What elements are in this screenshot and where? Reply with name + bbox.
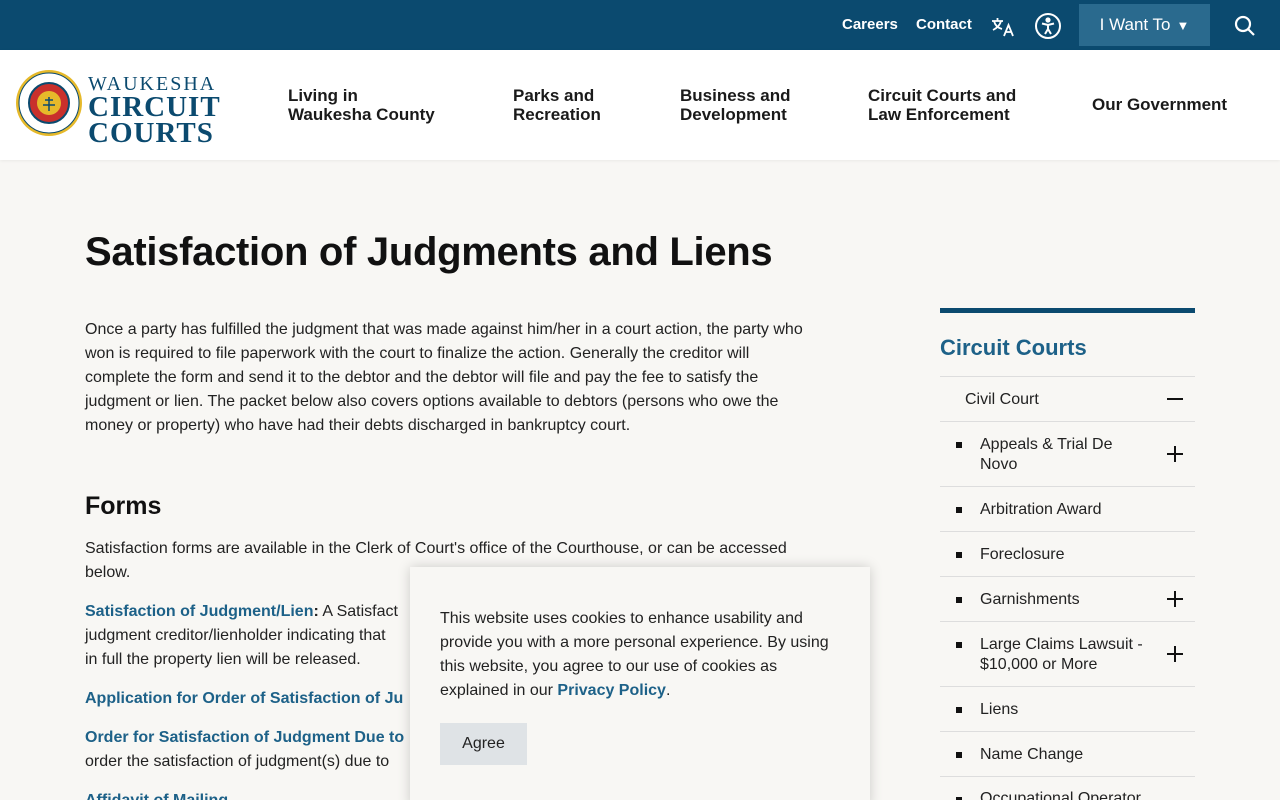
- sidebar-item-label: Name Change: [980, 746, 1084, 763]
- site-logo-text[interactable]: WAUKESHA CIRCUIT COURTS: [88, 74, 221, 149]
- sidebar-item-label: Liens: [980, 701, 1019, 718]
- sidebar-item-occupational[interactable]: Occupational Operator: [940, 776, 1195, 800]
- sidebar-item-label: Garnishments: [980, 591, 1080, 608]
- caret-down-icon: ▼: [1176, 17, 1190, 33]
- main-header: WAUKESHA CIRCUIT COURTS Living in Waukes…: [0, 50, 1280, 160]
- sidebar-item-label: Large Claims Lawsuit - $10,000 or More: [980, 636, 1143, 673]
- bullet-icon: [956, 752, 962, 758]
- cookie-end: .: [665, 682, 671, 699]
- sidebar-item-foreclosure[interactable]: Foreclosure: [940, 531, 1195, 576]
- bullet-icon: [956, 552, 962, 558]
- sidebar-item-label: Foreclosure: [980, 546, 1065, 563]
- search-icon[interactable]: [1231, 12, 1259, 40]
- expand-icon[interactable]: [1167, 446, 1183, 462]
- nav-government[interactable]: Our Government: [1092, 95, 1227, 114]
- expand-icon[interactable]: [1167, 646, 1183, 662]
- nav-courts[interactable]: Circuit Courts and Law Enforcement: [868, 86, 1016, 124]
- bullet-icon: [956, 642, 962, 648]
- translate-icon[interactable]: [989, 12, 1017, 40]
- application-order-link[interactable]: Application for Order of Satisfaction of…: [85, 690, 403, 707]
- sidebar-item-label: Arbitration Award: [980, 501, 1102, 518]
- i-want-to-button[interactable]: I Want To ▼: [1079, 4, 1210, 46]
- agree-button[interactable]: Agree: [440, 723, 527, 765]
- sidebar-item-name-change[interactable]: Name Change: [940, 731, 1195, 776]
- collapse-icon[interactable]: [1167, 391, 1183, 407]
- bullet-icon: [956, 507, 962, 513]
- affidavit-link[interactable]: Affidavit of Mailing: [85, 792, 228, 800]
- sidebar-item-arbitration[interactable]: Arbitration Award: [940, 486, 1195, 531]
- sidebar-item-label: Occupational Operator: [980, 790, 1141, 800]
- accessibility-icon[interactable]: [1034, 12, 1062, 40]
- forms-heading: Forms: [85, 492, 162, 520]
- utility-bar: Careers Contact I Want To ▼: [0, 0, 1280, 50]
- item1-text: A Satisfact: [318, 603, 398, 620]
- cookie-message: This website uses cookies to enhance usa…: [440, 607, 840, 703]
- nav-living[interactable]: Living in Waukesha County: [288, 86, 435, 124]
- nav-business[interactable]: Business and Development: [680, 86, 791, 124]
- privacy-policy-link[interactable]: Privacy Policy: [557, 682, 666, 699]
- nav-parks[interactable]: Parks and Recreation: [513, 86, 601, 124]
- page-title: Satisfaction of Judgments and Liens: [85, 230, 773, 274]
- satisfaction-judgment-link[interactable]: Satisfaction of Judgment/Lien: [85, 603, 313, 620]
- intro-paragraph: Once a party has fulfilled the judgment …: [85, 321, 803, 434]
- item1-line2: judgment creditor/lienholder indicating …: [85, 627, 386, 644]
- careers-link[interactable]: Careers: [842, 16, 898, 33]
- sidebar-item-garnishments[interactable]: Garnishments: [940, 576, 1195, 621]
- sidebar-title[interactable]: Circuit Courts: [940, 335, 1087, 361]
- sidebar-item-label: Civil Court: [965, 391, 1039, 408]
- expand-icon[interactable]: [1167, 591, 1183, 607]
- sidebar-item-appeals[interactable]: Appeals & Trial De Novo: [940, 421, 1195, 486]
- bullet-icon: [956, 707, 962, 713]
- sidebar-item-label: Appeals & Trial De Novo: [980, 436, 1113, 473]
- i-want-to-label: I Want To: [1099, 15, 1171, 34]
- bullet-icon: [956, 442, 962, 448]
- sidebar-item-civil-court[interactable]: Civil Court: [940, 376, 1195, 421]
- sidebar-item-liens[interactable]: Liens: [940, 686, 1195, 731]
- item3-line2: order the satisfaction of judgment(s) du…: [85, 753, 390, 770]
- contact-link[interactable]: Contact: [916, 16, 972, 33]
- item1-line3: in full the property lien will be releas…: [85, 651, 361, 668]
- bullet-icon: [956, 597, 962, 603]
- cookie-banner: This website uses cookies to enhance usa…: [410, 567, 870, 800]
- sidebar-accent-bar: [940, 308, 1195, 313]
- sidebar-item-large-claims[interactable]: Large Claims Lawsuit - $10,000 or More: [940, 621, 1195, 686]
- order-satisfaction-link[interactable]: Order for Satisfaction of Judgment Due t…: [85, 729, 404, 746]
- logo-line-3: COURTS: [88, 117, 214, 149]
- county-seal-logo[interactable]: [15, 69, 83, 137]
